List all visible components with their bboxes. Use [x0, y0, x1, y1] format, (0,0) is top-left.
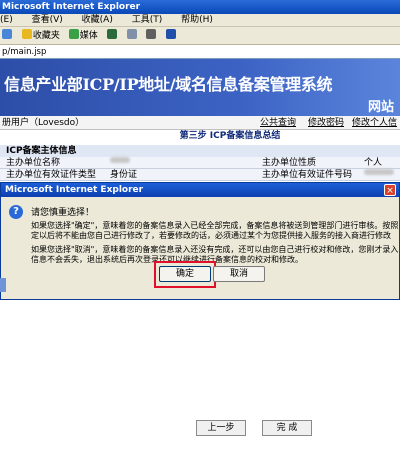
dialog-title: Microsoft Internet Explorer — [5, 185, 144, 195]
star-icon — [21, 29, 32, 39]
dialog-message-line: 如果您选择"确定"，意味着您的备案信息录入已经全部完成，备案信息将被送到管理部门… — [31, 221, 399, 230]
dialog-question: 请您慎重选择！ — [31, 208, 95, 218]
row-label: 主办单位有效证件类型 — [6, 170, 97, 180]
window-title: Microsoft Internet Explorer — [2, 2, 141, 12]
history-button[interactable] — [106, 27, 118, 45]
change-password-link[interactable]: 修改密码 — [308, 116, 344, 130]
menu-item-view[interactable]: 查看(V) — [32, 14, 63, 27]
dialog-message-line: 如果您选择"取消"，意味着您的备案信息录入还没有完成，还可以由您自己进行校对和修… — [31, 245, 399, 254]
media-icon — [68, 29, 79, 39]
address-url: p/main.jsp — [2, 47, 47, 57]
previous-step-button[interactable]: 上一步 — [196, 420, 246, 436]
edit-icon — [166, 29, 177, 39]
side-scroll-handle[interactable] — [0, 278, 6, 292]
menu-item-favorites[interactable]: 收藏(A) — [82, 14, 113, 27]
table-row: 主办单位名称 主办单位性质 个人 — [0, 157, 400, 169]
address-bar[interactable]: p/main.jsp — [0, 45, 400, 59]
dialog-title-bar: Microsoft Internet Explorer — [1, 183, 399, 197]
close-icon[interactable]: × — [384, 184, 396, 196]
row-label-2: 主办单位性质 — [262, 158, 317, 168]
row-value: 身份证 — [110, 170, 138, 180]
print-button[interactable] — [146, 27, 157, 45]
toolbar: 收藏夹 媒体 — [0, 27, 400, 45]
history-icon — [106, 29, 117, 39]
banner-title: 信息产业部ICP/IP地址/域名信息备案管理系统 — [4, 75, 333, 94]
row-label-2: 主办单位有效证件号码 — [262, 170, 353, 180]
confirm-dialog: Microsoft Internet Explorer × ? 请您慎重选择！ … — [0, 182, 400, 300]
row-value-2: 个人 — [364, 158, 383, 168]
mail-icon — [126, 29, 137, 39]
edit-profile-link[interactable]: 修改个人信 — [352, 116, 397, 130]
window-title-bar: Microsoft Internet Explorer — [0, 0, 400, 14]
site-banner: 信息产业部ICP/IP地址/域名信息备案管理系统 网站 — [0, 59, 400, 116]
menu-item-help[interactable]: 帮助(H) — [181, 14, 213, 27]
search-icon — [2, 29, 12, 39]
ok-button[interactable]: 确定 — [159, 266, 211, 282]
row-label: 主办单位名称 — [6, 158, 61, 168]
redacted-value — [110, 157, 130, 163]
favorites-button[interactable]: 收藏夹 — [21, 27, 60, 45]
finish-button[interactable]: 完 成 — [262, 420, 312, 436]
step-title: 第三步 ICP备案信息总结 — [179, 131, 281, 141]
search-button[interactable] — [2, 27, 13, 45]
media-button[interactable]: 媒体 — [68, 27, 98, 45]
public-query-link[interactable]: 公共查询 — [260, 116, 296, 130]
menu-item-edit[interactable]: (E) — [0, 14, 13, 27]
cancel-button[interactable]: 取消 — [213, 266, 265, 282]
menu-item-tools[interactable]: 工具(T) — [132, 14, 163, 27]
question-icon: ? — [9, 205, 23, 219]
table-row: 主办单位有效证件类型 身份证 主办单位有效证件号码 — [0, 169, 400, 181]
dialog-message-line: 定以后将不能由您自己进行修改了，若要修改的话，必须通过某个为您提供接入服务的接入… — [31, 231, 391, 240]
menu-bar: (E) 查看(V) 收藏(A) 工具(T) 帮助(H) — [0, 14, 400, 27]
user-nav-bar: 册用户（Lovesdo） 公共查询 修改密码 修改个人信 — [0, 116, 400, 130]
mail-button[interactable] — [126, 27, 138, 45]
edit-button[interactable] — [166, 27, 177, 45]
page-content-area: 上一步 完 成 — [0, 300, 400, 450]
user-label: 册用户（Lovesdo） — [2, 118, 85, 128]
redacted-value — [364, 169, 394, 175]
section-heading: ICP备案主体信息 — [0, 145, 400, 157]
print-icon — [146, 29, 157, 39]
banner-subtitle: 网站 — [367, 100, 394, 115]
